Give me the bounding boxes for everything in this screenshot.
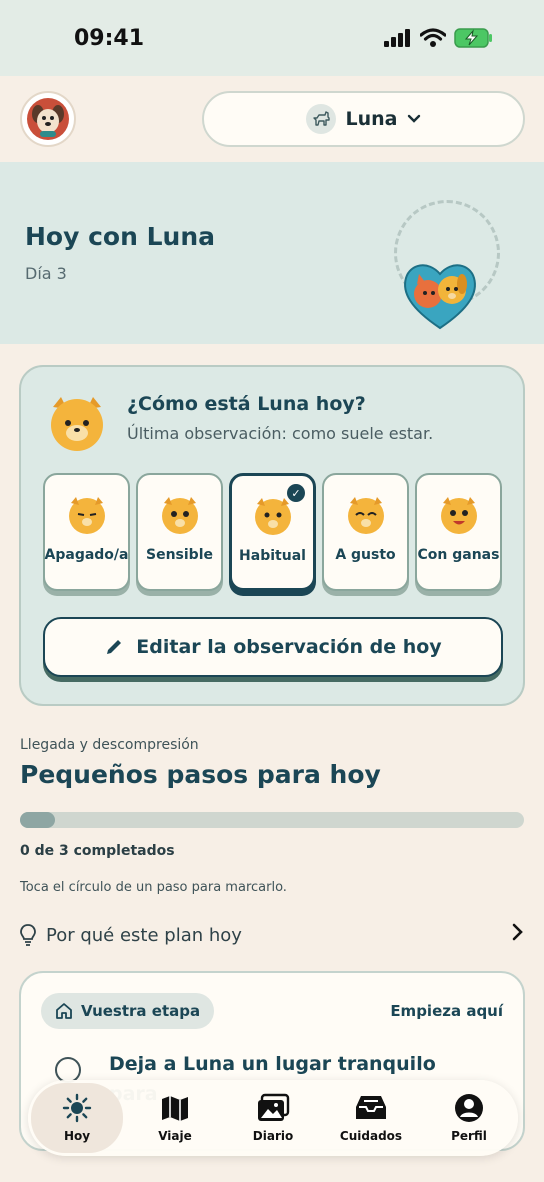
- worried-face-icon: [161, 497, 198, 534]
- stage-chip-label: Vuestra etapa: [81, 1002, 201, 1020]
- mood-option-label: Sensible: [146, 547, 213, 563]
- day-counter: Día 3: [25, 264, 67, 283]
- mood-option-habitual[interactable]: ✓ Habitual: [229, 473, 316, 591]
- mood-options: Apagado/a Sensible ✓ Habitual A gusto Co…: [43, 473, 502, 591]
- signal-icon: [384, 29, 410, 47]
- tab-bar: Hoy Viaje Diario Cuidados Perfil: [28, 1080, 518, 1156]
- tab-perfil[interactable]: Perfil: [423, 1083, 515, 1153]
- avatar[interactable]: [20, 91, 76, 147]
- tab-diario[interactable]: Diario: [227, 1083, 319, 1153]
- mood-option-apagado[interactable]: Apagado/a: [43, 473, 130, 591]
- status-time: 09:41: [74, 26, 145, 51]
- photos-icon: [258, 1093, 290, 1121]
- tab-label: Cuidados: [339, 1129, 403, 1143]
- status-bar: 09:41: [0, 0, 544, 76]
- mood-option-con-ganas[interactable]: Con ganas: [415, 473, 502, 591]
- heart-pets-illustration: [404, 264, 476, 330]
- mood-option-sensible[interactable]: Sensible: [136, 473, 223, 591]
- dog-avatar-icon: [27, 98, 69, 140]
- tab-hoy[interactable]: Hoy: [31, 1083, 123, 1153]
- progress-bar: [20, 812, 524, 828]
- mood-option-label: Con ganas: [417, 547, 500, 563]
- progress-fill: [20, 812, 56, 828]
- battery-charging-icon: [454, 28, 492, 48]
- tab-cuidados[interactable]: Cuidados: [325, 1083, 417, 1153]
- chevron-down-icon: [408, 114, 421, 123]
- hint-text: Toca el círculo de un paso para marcarlo…: [20, 880, 287, 895]
- person-icon: [455, 1094, 483, 1122]
- sun-icon: [62, 1093, 92, 1123]
- edit-observation-button[interactable]: Editar la observación de hoy: [43, 617, 503, 677]
- last-observation: Última observación: como suele estar.: [127, 424, 434, 443]
- status-icons: [384, 28, 494, 48]
- plan-stage: Llegada y descompresión: [20, 737, 199, 753]
- content-face-icon: [347, 497, 384, 534]
- tab-label: Perfil: [451, 1129, 487, 1143]
- top-nav: Luna: [0, 76, 544, 162]
- excited-face-icon: [440, 497, 477, 534]
- mood-option-label: Habitual: [239, 548, 306, 564]
- tab-label: Diario: [252, 1129, 294, 1143]
- wifi-icon: [420, 28, 446, 47]
- lightbulb-icon: [20, 924, 36, 946]
- chevron-right-icon: [512, 923, 523, 941]
- dog-icon: [305, 104, 336, 134]
- tab-viaje[interactable]: Viaje: [129, 1083, 221, 1153]
- home-icon: [56, 1003, 72, 1019]
- progress-text: 0 de 3 completados: [20, 843, 175, 859]
- bear-face-icon: [51, 397, 103, 451]
- hero-banner: Hoy con Luna Día 3: [0, 162, 544, 344]
- why-plan-row[interactable]: Por qué este plan hoy: [18, 918, 528, 952]
- stage-chip: Vuestra etapa: [41, 993, 215, 1029]
- map-icon: [162, 1096, 188, 1121]
- tab-label: Hoy: [63, 1129, 91, 1143]
- page-title: Hoy con Luna: [25, 222, 215, 251]
- why-plan-label: Por qué este plan hoy: [46, 924, 242, 946]
- mood-card: ¿Cómo está Luna hoy? Última observación:…: [19, 365, 525, 706]
- check-icon: ✓: [287, 484, 305, 502]
- mood-option-label: A gusto: [335, 547, 396, 563]
- mood-option-a-gusto[interactable]: A gusto: [322, 473, 409, 591]
- pencil-icon: [107, 640, 122, 654]
- inbox-icon: [356, 1096, 386, 1119]
- pet-selector-name: Luna: [345, 108, 398, 130]
- sleepy-face-icon: [68, 497, 105, 534]
- start-here-label: Empieza aquí: [390, 1002, 503, 1020]
- mood-question: ¿Cómo está Luna hoy?: [127, 393, 366, 415]
- mood-option-label: Apagado/a: [44, 547, 129, 563]
- tab-label: Viaje: [158, 1129, 192, 1143]
- plan-title: Pequeños pasos para hoy: [20, 760, 381, 789]
- neutral-face-icon: [254, 498, 291, 535]
- edit-observation-label: Editar la observación de hoy: [136, 636, 442, 658]
- pet-selector[interactable]: Luna: [202, 91, 525, 147]
